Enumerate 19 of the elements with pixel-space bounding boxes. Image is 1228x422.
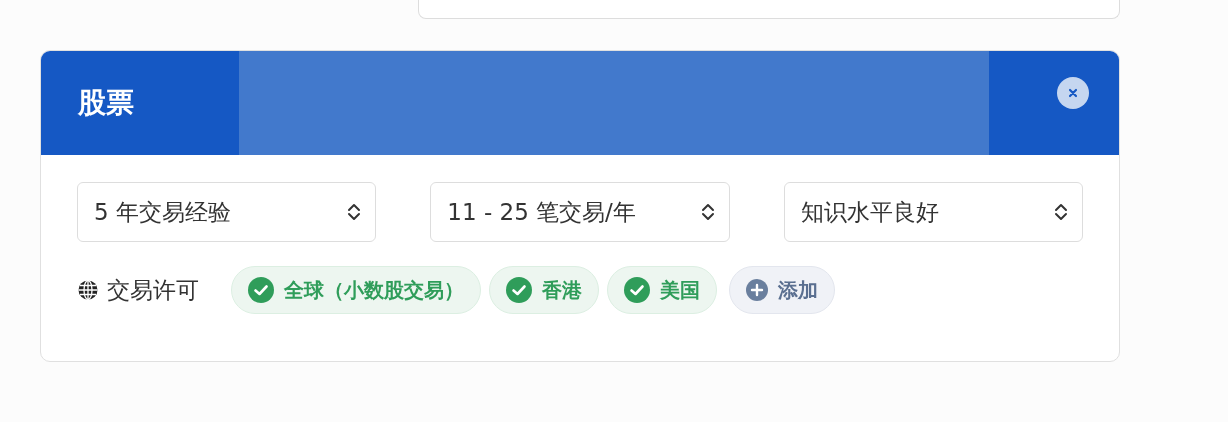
close-icon: [1068, 88, 1078, 98]
card-title: 股票: [78, 85, 134, 121]
region-chip[interactable]: 美国: [607, 266, 717, 314]
select-field[interactable]: 知识水平良好: [783, 182, 1083, 242]
check-icon: [248, 277, 274, 303]
close-button[interactable]: [1057, 77, 1089, 109]
add-button[interactable]: 添加: [729, 266, 835, 314]
plus-icon: [746, 279, 768, 301]
check-icon: [506, 277, 532, 303]
permission-label: 交易许可: [107, 275, 199, 305]
globe-icon: [77, 279, 99, 301]
check-icon: [624, 277, 650, 303]
select-field[interactable]: 11 - 25 笔交易/年: [430, 182, 730, 242]
region-chip[interactable]: 香港: [489, 266, 599, 314]
chevron-icon: [1054, 203, 1068, 221]
chevron-icon: [700, 203, 715, 221]
region-chip[interactable]: 全球（小数股交易）: [231, 266, 481, 314]
chevron-icon: [347, 203, 362, 221]
select-field[interactable]: 5 年交易经验: [77, 182, 377, 242]
